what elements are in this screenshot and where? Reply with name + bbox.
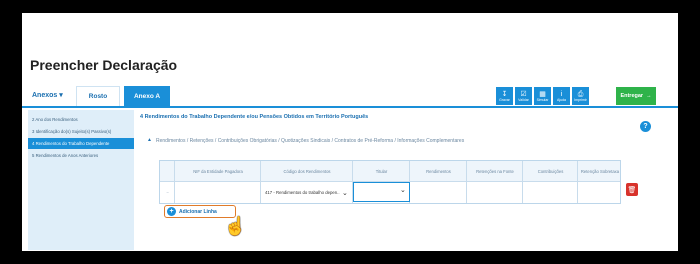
tab-anexo-a[interactable]: Anexo A [124, 86, 170, 106]
tab-rosto[interactable]: Rosto [76, 86, 120, 106]
page-title: Preencher Declaração [30, 57, 178, 73]
header-titular: Titular [375, 168, 388, 174]
validate-button[interactable]: ☑ Validar [515, 87, 532, 105]
help-button[interactable]: i Ajuda [553, 87, 570, 105]
print-icon: ⎙ [577, 90, 584, 98]
simulate-button[interactable]: ▦ Simular [534, 87, 551, 105]
sidebar-item-rendimentos-trabalho[interactable]: 4 Rendimentos do Trabalho Dependente [28, 138, 134, 149]
download-icon: ↧ [501, 90, 508, 98]
retencoes-input[interactable] [467, 181, 523, 204]
sidebar-item-ano[interactable]: 2 Ano dos Rendimentos [28, 114, 134, 125]
toolbar: ↧ Gravar ☑ Validar ▦ Simular i Ajuda ⎙ I… [496, 87, 589, 105]
save-button[interactable]: ↧ Gravar [496, 87, 513, 105]
submit-button[interactable]: Entregar → [616, 87, 656, 105]
titular-select[interactable]: ⌄ [353, 182, 410, 202]
rendimentos-input[interactable] [410, 181, 467, 204]
info-icon: i [560, 90, 563, 98]
app-window: Preencher Declaração Anexos ▾ Rosto Anex… [22, 13, 678, 251]
collapse-icon[interactable]: ▲ [147, 137, 152, 143]
hand-cursor-icon: ☝ [224, 216, 247, 236]
header-contribuicoes: Contribuições [537, 168, 564, 174]
arrow-right-icon: → [646, 93, 652, 99]
sidebar-item-anos-anteriores[interactable]: 5 Rendimentos de Anos Anteriores [28, 150, 134, 161]
header-retencao-sobretaxa: Retenção Sobretaxa [580, 168, 620, 174]
header-codigo: Código dos Rendimentos [283, 168, 331, 174]
check-external-icon: ☑ [520, 90, 527, 98]
header-rendimentos: Rendimentos [426, 168, 451, 174]
chevron-down-icon: ⌄ [400, 187, 406, 194]
nif-input[interactable] [175, 181, 261, 204]
annex-dropdown-label: Anexos [32, 92, 58, 99]
header-nif: NIF da Entidade Pagadora [193, 168, 243, 174]
contribuicoes-input[interactable] [523, 181, 578, 204]
calculator-icon: ▦ [539, 90, 546, 98]
tab-bar-underline [22, 106, 678, 108]
retencao-sobretaxa-input[interactable] [578, 181, 622, 204]
section-title: 4 Rendimentos do Trabalho Dependente e/o… [140, 114, 369, 120]
trash-icon: 🗑 [627, 186, 637, 194]
annex-dropdown[interactable]: Anexos ▾ [32, 91, 63, 99]
help-icon[interactable]: ? [640, 121, 651, 132]
rendimentos-table: NIF da Entidade Pagadora Código dos Rend… [159, 160, 621, 204]
sidebar-item-identificacao[interactable]: 3 Identificação do(s) Sujeito(s) Passivo… [28, 126, 134, 137]
breadcrumb: Rendimentos / Retenções / Contribuições … [156, 138, 465, 144]
print-button[interactable]: ⎙ Imprimir [572, 87, 589, 105]
row-checkbox[interactable]: − [160, 181, 175, 204]
header-retencoes: Retenções na Fonte [476, 168, 514, 174]
chevron-down-icon: ⌄ [342, 190, 348, 197]
delete-row-button[interactable]: 🗑 [626, 183, 638, 196]
sidebar: 2 Ano dos Rendimentos 3 Identificação do… [28, 110, 134, 250]
codigo-select[interactable]: 417 - Rendimentos do trabalho depen.. [261, 181, 341, 204]
chevron-down-icon: ▾ [59, 92, 63, 99]
plus-icon: + [167, 207, 176, 216]
